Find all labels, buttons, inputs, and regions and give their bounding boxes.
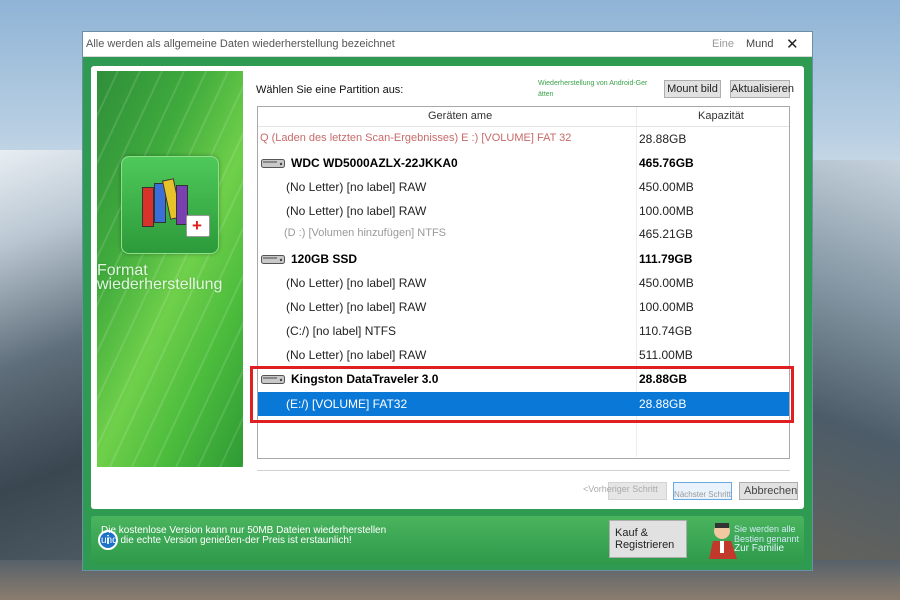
- row-capacity: 450.00MB: [639, 180, 694, 194]
- table-row[interactable]: (No Letter) [no label] RAW 100.00MB: [258, 199, 789, 223]
- title-bar[interactable]: Alle werden als allgemeine Daten wiederh…: [83, 32, 812, 57]
- row-name: WDC WD5000AZLX-22JKKA0: [291, 156, 458, 170]
- buy-register-button[interactable]: Kauf & Registrieren: [609, 520, 687, 558]
- table-row[interactable]: (No Letter) [no label] RAW 100.00MB: [258, 295, 789, 319]
- table-row[interactable]: Q (Laden des letzten Scan-Ergebnisses) E…: [258, 127, 789, 151]
- table-row[interactable]: (No Letter) [no label] RAW 450.00MB: [258, 271, 789, 295]
- background-mountain-right: [800, 160, 900, 600]
- recovery-window: Alle werden als allgemeine Daten wiederh…: [82, 31, 813, 571]
- row-name: 120GB SSD: [291, 252, 358, 266]
- row-name: (No Letter) [no label] RAW: [286, 204, 427, 218]
- notice-line-2: und die echte Version genießen-der Preis…: [101, 535, 352, 546]
- row-name: (No Letter) [no label] RAW: [286, 348, 427, 362]
- row-capacity: 110.74GB: [639, 324, 693, 338]
- table-row[interactable]: (D :) [Volumen hinzufügen] NTFS 465.21GB: [258, 222, 789, 246]
- books-icon: [142, 178, 192, 229]
- table-header: Geräten ame Kapazität: [258, 107, 789, 127]
- row-capacity: 465.76GB: [639, 156, 694, 170]
- mount-image-button[interactable]: Mount bild: [664, 80, 721, 98]
- refresh-button[interactable]: Aktualisieren: [730, 80, 794, 98]
- android-recovery-link[interactable]: Wiederherstellung von Android-Ger ätten: [538, 78, 658, 100]
- choose-partition-label: Wählen Sie eine Partition aus:: [256, 84, 404, 96]
- selection-highlight-box: [250, 366, 794, 423]
- banner-title: Format wiederherstellung: [97, 262, 223, 293]
- window-title: Alle werden als allgemeine Daten wiederh…: [86, 38, 395, 50]
- main-panel: + Format wiederherstellung Wählen Sie ei…: [91, 66, 804, 509]
- hard-drive-icon: [261, 255, 285, 264]
- minimize-button[interactable]: Eine: [712, 38, 734, 50]
- next-step-button[interactable]: Nächster Schritt: [673, 482, 732, 500]
- table-row[interactable]: (C:/) [no label] NTFS 110.74GB: [258, 319, 789, 343]
- previous-step-button[interactable]: <Vorheriger Schritt: [583, 484, 658, 494]
- slogan-line-1: Sie werden alle: [734, 524, 796, 534]
- row-capacity: 111.79GB: [639, 252, 693, 266]
- row-capacity: 100.00MB: [639, 300, 694, 314]
- row-name: (No Letter) [no label] RAW: [286, 276, 427, 290]
- row-capacity: 100.00MB: [639, 204, 694, 218]
- first-aid-icon: +: [186, 215, 210, 237]
- cancel-button[interactable]: Abbrechen: [739, 482, 798, 500]
- hard-drive-icon: [261, 159, 285, 168]
- nav-divider: [257, 470, 790, 471]
- slogan-line-3: Zur Familie: [734, 543, 785, 554]
- close-button[interactable]: ✕: [786, 35, 799, 53]
- row-capacity: 465.21GB: [639, 227, 694, 241]
- column-header-capacity[interactable]: Kapazität: [698, 110, 744, 122]
- table-row[interactable]: WDC WD5000AZLX-22JKKA0 465.76GB: [258, 151, 789, 175]
- format-recovery-icon: +: [121, 156, 219, 254]
- row-capacity: 450.00MB: [639, 276, 694, 290]
- row-capacity: 511.00MB: [639, 348, 693, 362]
- mode-banner: + Format wiederherstellung: [97, 71, 243, 467]
- row-name: (D :) [Volumen hinzufügen] NTFS: [284, 227, 447, 239]
- free-version-notice: Die kostenlose Version kann nur 50MB Dat…: [101, 526, 386, 546]
- column-header-name[interactable]: Geräten ame: [428, 110, 492, 122]
- maximize-button[interactable]: Mund: [746, 38, 774, 50]
- row-capacity: 28.88GB: [639, 132, 687, 146]
- row-name: (No Letter) [no label] RAW: [286, 300, 427, 314]
- family-slogan: Sie werden alle Bestien genannt Zur Fami…: [734, 524, 814, 554]
- row-name: (No Letter) [no label] RAW: [286, 180, 427, 194]
- table-row[interactable]: (No Letter) [no label] RAW 450.00MB: [258, 175, 789, 199]
- table-row[interactable]: (No Letter) [no label] RAW 511.00MB: [258, 343, 789, 367]
- table-row[interactable]: 120GB SSD 111.79GB: [258, 247, 789, 271]
- footer-bar: i Die kostenlose Version kann nur 50MB D…: [91, 516, 804, 564]
- row-name: (C:/) [no label] NTFS: [286, 324, 397, 338]
- row-name: Q (Laden des letzten Scan-Ergebnisses) E…: [260, 132, 572, 144]
